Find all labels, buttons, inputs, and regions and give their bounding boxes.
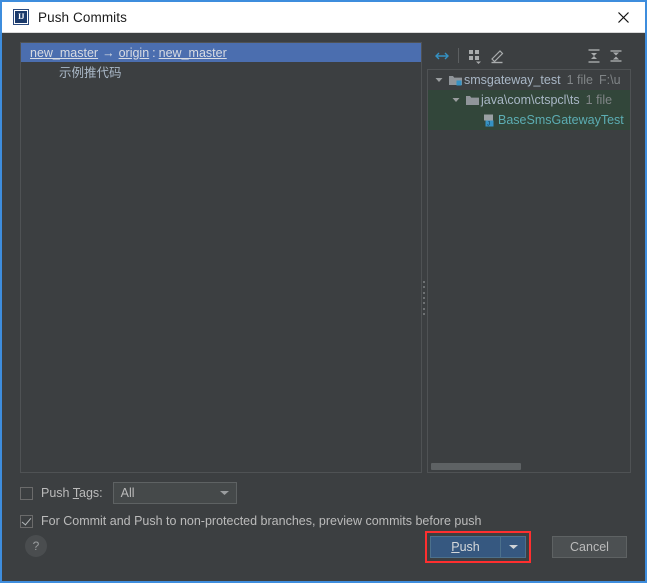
chevron-down-icon[interactable] xyxy=(430,75,447,85)
target-branch-label[interactable]: new_master xyxy=(159,46,227,60)
dialog-body: new_master → origin : new_master 示例推代码 s… xyxy=(2,33,645,581)
tree-row[interactable]: java\com\ctspcl\ts 1 file xyxy=(428,90,630,110)
scrollbar-thumb[interactable] xyxy=(431,463,521,470)
push-tags-label: Push Tags: xyxy=(41,486,103,500)
push-tags-row: Push Tags: All xyxy=(20,481,627,505)
arrow-glyph: → xyxy=(102,45,115,60)
push-label-mnemonic: P xyxy=(451,540,460,554)
tree-row[interactable]: J BaseSmsGatewayTest xyxy=(428,110,630,130)
push-split-button: Push xyxy=(430,536,526,558)
window-title: Push Commits xyxy=(38,9,127,25)
push-tags-label-pre: Push xyxy=(41,486,73,500)
tree-node-count: 1 file xyxy=(585,93,613,107)
push-label-post: ush xyxy=(459,540,480,554)
push-tags-label-post: ags: xyxy=(79,486,103,500)
chevron-down-icon xyxy=(214,489,236,497)
folder-icon xyxy=(464,93,481,107)
help-button[interactable]: ? xyxy=(25,535,47,557)
svg-text:J: J xyxy=(487,121,490,127)
tree-node-label: BaseSmsGatewayTest xyxy=(498,113,624,127)
close-icon[interactable] xyxy=(601,2,645,32)
push-dropdown-arrow-icon[interactable] xyxy=(500,536,526,558)
title-bar: IJ Push Commits xyxy=(2,2,645,33)
java-class-icon: J xyxy=(481,113,498,128)
changed-files-tree[interactable]: smsgateway_test 1 file F:\u java\com\cts… xyxy=(427,69,631,460)
intellij-idea-icon: IJ xyxy=(13,9,29,25)
tree-horizontal-scrollbar[interactable] xyxy=(427,460,631,473)
commit-message: 示例推代码 xyxy=(59,66,122,80)
push-tags-checkbox[interactable] xyxy=(20,486,33,500)
push-tags-dropdown-value: All xyxy=(120,486,135,500)
push-commits-dialog: IJ Push Commits new_master → origin : ne… xyxy=(0,0,647,583)
module-icon xyxy=(447,73,464,87)
tree-node-label: java\com\ctspcl\ts xyxy=(481,93,580,107)
push-button[interactable]: Push xyxy=(430,536,500,558)
commit-row[interactable]: 示例推代码 xyxy=(21,62,421,81)
expand-all-icon[interactable] xyxy=(583,45,605,67)
commits-list-panel[interactable]: new_master → origin : new_master 示例推代码 xyxy=(20,42,422,473)
changes-toolbar xyxy=(427,42,631,69)
dialog-footer: ? Push Cancel xyxy=(2,525,645,581)
tree-node-label: smsgateway_test xyxy=(464,73,561,87)
tree-node-path: F:\u xyxy=(598,73,621,87)
cancel-button[interactable]: Cancel xyxy=(552,536,627,558)
tree-row[interactable]: smsgateway_test 1 file F:\u xyxy=(428,70,630,90)
separator-glyph: : xyxy=(152,45,156,60)
changed-files-panel: smsgateway_test 1 file F:\u java\com\cts… xyxy=(427,42,631,473)
remote-label[interactable]: origin xyxy=(119,46,150,60)
collapse-all-icon[interactable] xyxy=(605,45,627,67)
branch-push-spec-row[interactable]: new_master → origin : new_master xyxy=(21,43,421,62)
collapse-selection-icon[interactable] xyxy=(431,45,453,67)
chevron-down-icon[interactable] xyxy=(447,95,464,105)
edit-source-icon[interactable] xyxy=(486,45,508,67)
push-tags-dropdown[interactable]: All xyxy=(112,482,237,504)
source-branch-label: new_master xyxy=(30,45,99,60)
toolbar-separator xyxy=(458,48,459,63)
group-by-icon[interactable] xyxy=(464,45,486,67)
tree-node-count: 1 file xyxy=(566,73,593,87)
